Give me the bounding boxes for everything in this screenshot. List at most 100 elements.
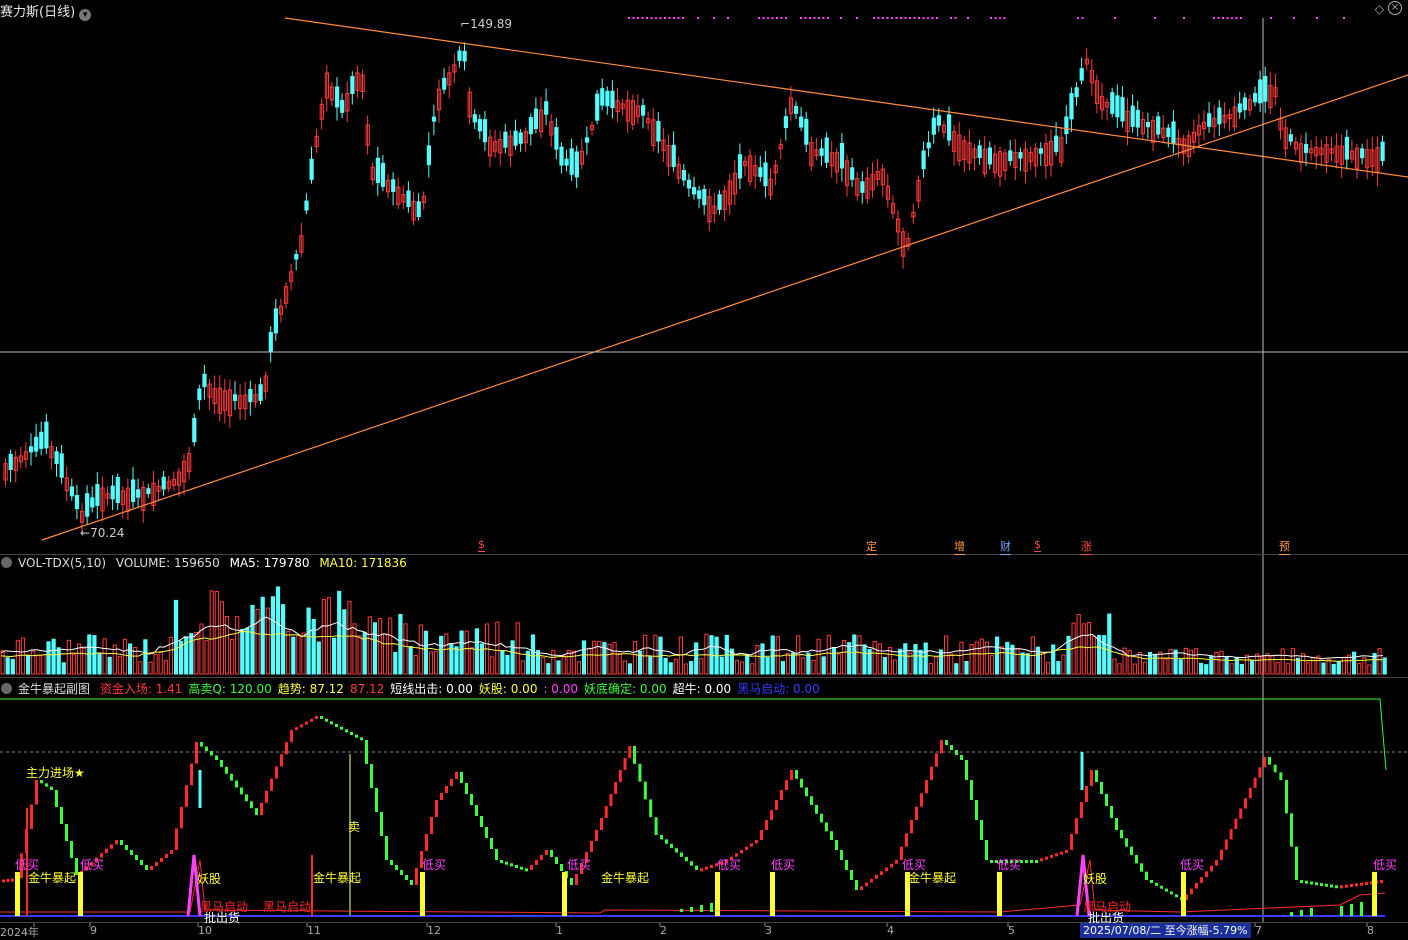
- volume-bar: [643, 634, 648, 675]
- oscillator-segment: [225, 766, 228, 774]
- volume-bar: [495, 621, 500, 675]
- volume-bar: [36, 654, 41, 675]
- volume-bar: [1204, 664, 1209, 675]
- candle-body: [595, 93, 600, 121]
- signal-dot: [655, 17, 657, 19]
- oscillator-segment: [480, 816, 483, 827]
- candle-body: [335, 86, 340, 108]
- oscillator-segment: [575, 874, 578, 885]
- oscillator-segment: [885, 867, 888, 872]
- volume-bar: [964, 660, 969, 675]
- bottom-green-bar: [1290, 912, 1293, 916]
- oscillator-segment: [115, 840, 118, 845]
- candle-body: [554, 127, 559, 150]
- event-marker-4[interactable]: $: [1034, 538, 1041, 552]
- collapse-icon[interactable]: [1, 557, 12, 568]
- signal-dot: [1316, 17, 1318, 19]
- oscillator-segment: [1110, 806, 1113, 818]
- oscillator-segment: [290, 730, 293, 743]
- candle-body: [1079, 68, 1084, 81]
- volume-bar: [576, 661, 581, 675]
- candle-body: [248, 389, 253, 403]
- oscillator-segment: [390, 860, 393, 865]
- oscillator-segment: [1030, 860, 1033, 863]
- oscillator-segment: [760, 830, 763, 840]
- candle-body: [273, 308, 278, 334]
- oscillator-segment: [1095, 770, 1098, 782]
- oscillator-segment: [110, 844, 113, 849]
- oscillator-segment: [410, 880, 413, 885]
- volume-bar: [974, 641, 979, 675]
- volume-bar: [653, 634, 658, 675]
- volume-bar: [699, 658, 704, 675]
- bottom-green-bar: [1360, 902, 1363, 916]
- volume-bar: [464, 630, 469, 675]
- candle-body: [686, 179, 692, 189]
- volume-bar: [316, 641, 321, 675]
- candle-body: [1263, 76, 1268, 102]
- oscillator-segment: [595, 830, 598, 841]
- oscillator-segment: [850, 870, 853, 880]
- volume-bar: [505, 654, 510, 675]
- candle-body: [681, 170, 686, 181]
- signal-low-buy-10: 低买: [1373, 858, 1398, 872]
- signal-dot: [637, 17, 639, 19]
- signal-dot: [628, 17, 630, 19]
- volume-bar: [173, 599, 179, 675]
- candle-body: [641, 105, 646, 116]
- volume-bar: [1142, 661, 1148, 675]
- oscillator-segment: [455, 772, 458, 779]
- oscillator-segment: [310, 718, 313, 722]
- candle-body: [584, 137, 590, 143]
- event-marker-1[interactable]: 定: [866, 538, 877, 555]
- chart-canvas[interactable]: [0, 0, 1408, 939]
- x-axis-label-5: 1: [556, 924, 563, 937]
- volume-bar: [1051, 644, 1056, 675]
- signal-bull-surge-13: 金牛暴起: [601, 871, 650, 885]
- candle-body: [794, 106, 799, 114]
- event-marker-2[interactable]: 增: [954, 538, 965, 555]
- oscillator-segment: [475, 805, 478, 816]
- oscillator-segment: [1234, 818, 1238, 830]
- collapse-icon[interactable]: [1, 683, 12, 694]
- oscillator-segment: [860, 886, 863, 890]
- volume-bar: [270, 596, 275, 675]
- oscillator-segment: [1060, 851, 1063, 855]
- volume-bar: [791, 652, 796, 675]
- candle-body: [926, 142, 931, 149]
- oscillator-segment: [305, 721, 308, 725]
- signal-dot: [1213, 17, 1215, 19]
- status-readout: 2025/07/08/二 至今涨幅-5.79%: [1080, 923, 1251, 938]
- oscillator-segment: [450, 779, 453, 786]
- oscillator-segment: [745, 846, 748, 850]
- x-axis-label-6: 2: [660, 924, 667, 937]
- oscillator-segment: [545, 850, 548, 855]
- oscillator-segment: [320, 716, 323, 719]
- low-buy-bar: [78, 872, 83, 916]
- volume-bar: [434, 651, 439, 675]
- volume-bar: [1377, 648, 1382, 675]
- volume-bar: [168, 636, 174, 675]
- oscillator-segment: [1085, 786, 1088, 802]
- volume-bar: [959, 641, 964, 675]
- oscillator-segment: [810, 796, 813, 805]
- volume-bar: [122, 638, 128, 675]
- oscillator-segment: [1115, 818, 1118, 830]
- candle-body: [839, 142, 845, 169]
- event-marker-3[interactable]: 财: [1000, 538, 1011, 555]
- event-marker-5[interactable]: 涨: [1081, 538, 1092, 555]
- volume-bar: [281, 604, 286, 675]
- volume-bar: [1107, 613, 1112, 675]
- oscillator-segment: [170, 850, 173, 854]
- oscillator-segment: [695, 865, 698, 870]
- event-marker-6[interactable]: 预: [1279, 538, 1290, 555]
- event-marker-0[interactable]: $: [478, 538, 485, 552]
- oscillator-segment: [1035, 860, 1038, 863]
- signal-dot: [1343, 17, 1345, 19]
- candle-body: [294, 253, 299, 260]
- volume-bar: [31, 650, 36, 675]
- volume-bar: [337, 590, 342, 675]
- oscillator-segment: [965, 760, 968, 780]
- candle-body: [74, 495, 80, 510]
- oscillator-segment: [1224, 839, 1228, 850]
